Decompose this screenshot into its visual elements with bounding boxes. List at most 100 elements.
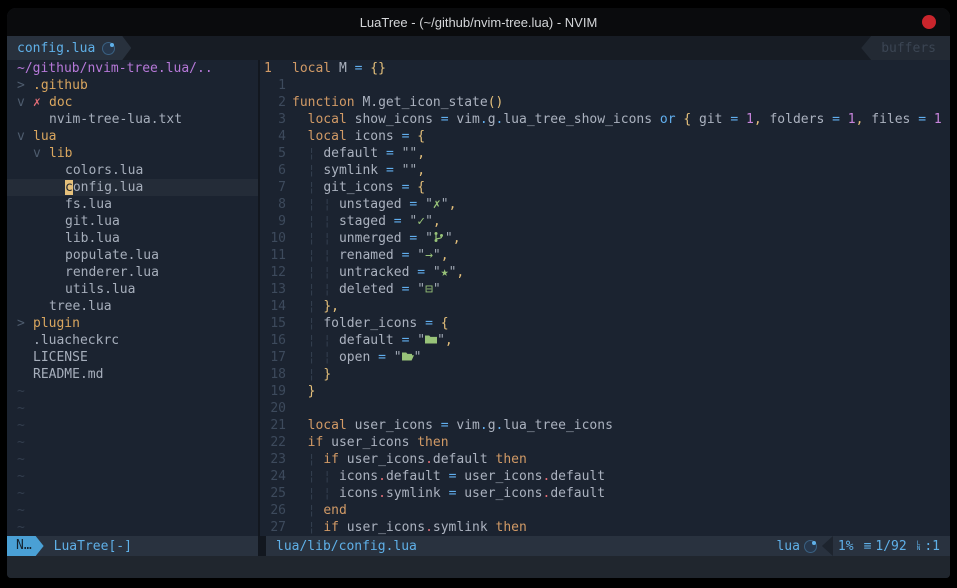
tree-item-label: LICENSE	[33, 349, 88, 366]
code-line-text: local show_icons = vim.g.lua_tree_show_i…	[292, 111, 950, 128]
tree-item-config.lua[interactable]: config.lua	[7, 179, 258, 196]
empty-line-tilde: ~	[7, 502, 258, 519]
tree-item-renderer.lua[interactable]: renderer.lua	[7, 264, 258, 281]
line-number-relative: 21	[264, 417, 286, 434]
code-line[interactable]: 1local M = {}	[260, 60, 950, 77]
code-line[interactable]: 1	[260, 77, 950, 94]
tree-item-.luacheckrc[interactable]: .luacheckrc	[7, 332, 258, 349]
code-line-text: local user_icons = vim.g.lua_tree_icons	[292, 417, 950, 434]
code-line[interactable]: 23 ¦ if user_icons.default then	[260, 451, 950, 468]
tree-item-plugin[interactable]: > plugin	[7, 315, 258, 332]
chevron-down-icon[interactable]: v	[33, 145, 41, 162]
line-number-relative: 2	[264, 94, 286, 111]
tree-item-label: plugin	[33, 315, 80, 332]
tree-item-tree.lua[interactable]: tree.lua	[7, 298, 258, 315]
tree-item-git.lua[interactable]: git.lua	[7, 213, 258, 230]
line-number-relative: 9	[264, 213, 286, 230]
code-line-text: ¦ },	[292, 298, 950, 315]
status-separator	[258, 536, 266, 556]
tab-config-lua[interactable]: config.lua	[7, 36, 131, 60]
tree-cursor: c	[65, 180, 73, 195]
editor-main: ~/github/nvim-tree.lua/..>.githubv✗docnv…	[7, 60, 950, 536]
mode-badge: N…	[7, 536, 44, 556]
tree-item-README.md[interactable]: README.md	[7, 366, 258, 383]
code-line-text: ¦ folder_icons = {	[292, 315, 950, 332]
code-line-text: ¦ if user_icons.default then	[292, 451, 950, 468]
empty-line-tilde: ~	[7, 451, 258, 468]
code-line-text: ¦ }	[292, 366, 950, 383]
code-line-text: ¦ end	[292, 502, 950, 519]
code-line[interactable]: 4 local icons = {	[260, 128, 950, 145]
code-line[interactable]: 6 ¦ symlink = "",	[260, 162, 950, 179]
tabline-spacer	[131, 36, 861, 60]
code-line[interactable]: 14 ¦ },	[260, 298, 950, 315]
code-line[interactable]: 13 ¦ ¦ deleted = "⊟"	[260, 281, 950, 298]
tree-item-label: nvim-tree-lua.txt	[49, 111, 182, 128]
code-line[interactable]: 26 ¦ end	[260, 502, 950, 519]
folder-icon	[425, 333, 437, 345]
code-line[interactable]: 16 ¦ ¦ default = "",	[260, 332, 950, 349]
line-number-relative: 3	[264, 111, 286, 128]
code-line[interactable]: 27 ¦ if user_icons.symlink then	[260, 519, 950, 536]
tree-item-populate.lua[interactable]: populate.lua	[7, 247, 258, 264]
line-number-current: 1	[264, 60, 286, 77]
tree-item-fs.lua[interactable]: fs.lua	[7, 196, 258, 213]
code-line[interactable]: 17 ¦ ¦ open = ""	[260, 349, 950, 366]
line-number-relative: 22	[264, 434, 286, 451]
tree-item-label: README.md	[33, 366, 103, 383]
command-line[interactable]	[7, 556, 950, 578]
code-line[interactable]: 11 ¦ ¦ renamed = "→",	[260, 247, 950, 264]
tab-line: config.lua buffers	[7, 36, 950, 60]
tree-item-lib[interactable]: vlib	[7, 145, 258, 162]
code-line[interactable]: 9 ¦ ¦ staged = "✓",	[260, 213, 950, 230]
chevron-right-icon[interactable]: >	[17, 315, 25, 332]
title-bar[interactable]: LuaTree - (~/github/nvim-tree.lua) - NVI…	[7, 8, 950, 36]
tree-item-lua[interactable]: vlua	[7, 128, 258, 145]
empty-line-tilde: ~	[7, 383, 258, 400]
code-line-text: ¦ default = "",	[292, 145, 950, 162]
line-number-relative: 8	[264, 196, 286, 213]
code-line[interactable]: 8 ¦ ¦ unstaged = "✗",	[260, 196, 950, 213]
tree-item-.github[interactable]: >.github	[7, 77, 258, 94]
chevron-right-icon[interactable]: >	[17, 77, 25, 94]
line-number-relative: 10	[264, 230, 286, 247]
code-line[interactable]: 7 ¦ git_icons = {	[260, 179, 950, 196]
tree-item-label: doc	[49, 94, 72, 111]
code-line[interactable]: 2function M.get_icon_state()	[260, 94, 950, 111]
tree-item-utils.lua[interactable]: utils.lua	[7, 281, 258, 298]
line-number-relative: 23	[264, 451, 286, 468]
code-line[interactable]: 10 ¦ ¦ unmerged = "",	[260, 230, 950, 247]
tree-item-doc[interactable]: v✗doc	[7, 94, 258, 111]
code-line-text: ¦ ¦ renamed = "→",	[292, 247, 950, 264]
code-line[interactable]: 24 ¦ ¦ icons.default = user_icons.defaul…	[260, 468, 950, 485]
code-line-text: ¦ git_icons = {	[292, 179, 950, 196]
code-line-text	[292, 400, 950, 417]
tree-status-title: LuaTree[-]	[54, 539, 132, 554]
tree-root-path[interactable]: ~/github/nvim-tree.lua/..	[7, 60, 258, 77]
code-line[interactable]: 5 ¦ default = "",	[260, 145, 950, 162]
code-line[interactable]: 22 if user_icons then	[260, 434, 950, 451]
code-line[interactable]: 3 local show_icons = vim.g.lua_tree_show…	[260, 111, 950, 128]
tree-item-lib.lua[interactable]: lib.lua	[7, 230, 258, 247]
tree-item-colors.lua[interactable]: colors.lua	[7, 162, 258, 179]
code-line[interactable]: 25 ¦ ¦ icons.symlink = user_icons.defaul…	[260, 485, 950, 502]
status-percent: 1%	[838, 539, 854, 554]
close-button-icon[interactable]	[922, 15, 936, 29]
code-line[interactable]: 20	[260, 400, 950, 417]
line-number-icon: LN	[917, 541, 921, 551]
tree-item-label: lib.lua	[65, 230, 120, 247]
code-line-text	[292, 77, 950, 94]
empty-line-tilde: ~	[7, 400, 258, 417]
code-line[interactable]: 19 }	[260, 383, 950, 400]
code-line[interactable]: 15 ¦ folder_icons = {	[260, 315, 950, 332]
code-line[interactable]: 12 ¦ ¦ untracked = "★",	[260, 264, 950, 281]
chevron-left-icon	[822, 536, 833, 556]
tree-item-LICENSE[interactable]: LICENSE	[7, 349, 258, 366]
code-line[interactable]: 18 ¦ }	[260, 366, 950, 383]
code-line-text: ¦ ¦ staged = "✓",	[292, 213, 950, 230]
empty-line-tilde: ~	[7, 434, 258, 451]
chevron-down-icon[interactable]: v	[17, 94, 25, 111]
code-line[interactable]: 21 local user_icons = vim.g.lua_tree_ico…	[260, 417, 950, 434]
chevron-down-icon[interactable]: v	[17, 128, 25, 145]
tree-item-nvim-tree-lua.txt[interactable]: nvim-tree-lua.txt	[7, 111, 258, 128]
